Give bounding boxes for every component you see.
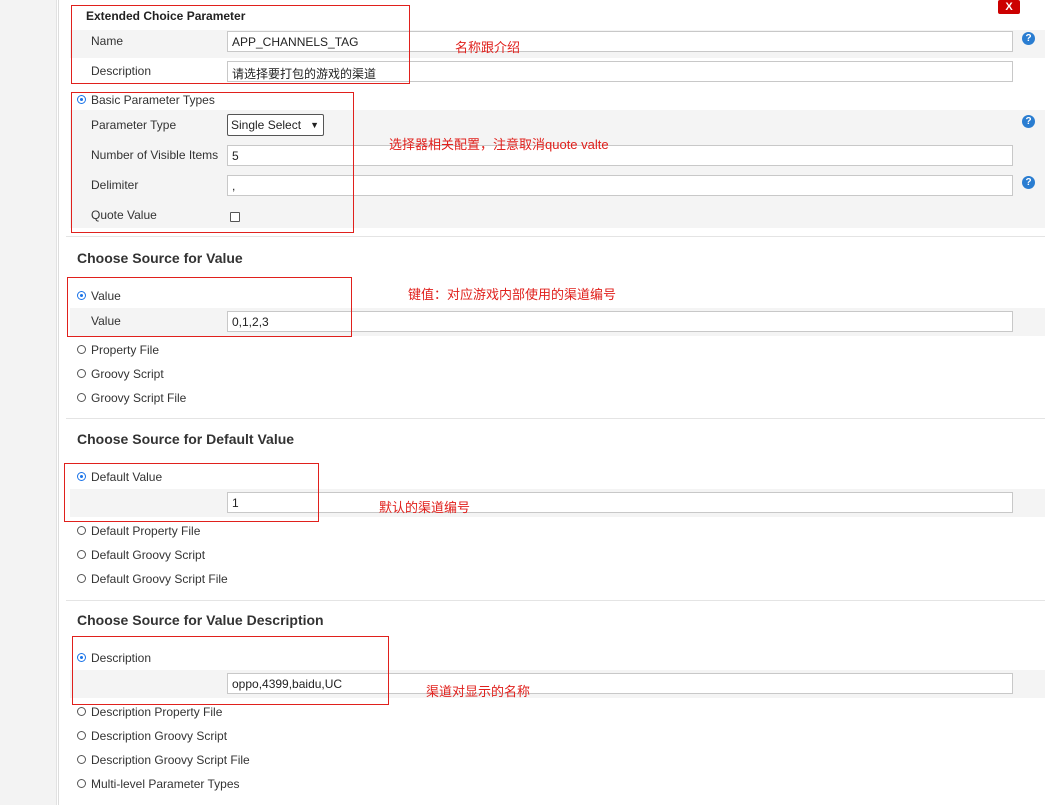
source-default-title: Choose Source for Default Value <box>77 431 295 447</box>
divider <box>66 418 1045 419</box>
property-file-radio[interactable] <box>77 345 86 354</box>
annotation-value: 键值：对应游戏内部使用的渠道编号 <box>408 287 617 302</box>
default-property-file-radio[interactable] <box>77 526 86 535</box>
type-help-icon[interactable]: ? <box>1022 115 1035 128</box>
default-property-file-label: Default Property File <box>91 524 201 538</box>
highlight-default-box <box>64 463 319 522</box>
default-value-input[interactable]: 1 <box>227 492 1013 513</box>
annotation-name: 名称跟介绍 <box>455 40 521 55</box>
highlight-desc-box <box>72 636 389 705</box>
multi-level-label: Multi-level Parameter Types <box>91 777 240 791</box>
source-value-title: Choose Source for Value <box>77 250 243 266</box>
default-groovy-script-label: Default Groovy Script <box>91 548 206 562</box>
highlight-value-box <box>67 277 352 337</box>
divider <box>66 236 1045 237</box>
groovy-script-file-radio[interactable] <box>77 393 86 402</box>
desc-property-file-radio[interactable] <box>77 707 86 716</box>
default-groovy-script-file-radio[interactable] <box>77 574 86 583</box>
delimiter-help-icon[interactable]: ? <box>1022 176 1035 189</box>
annotation-desc: 渠道对显示的名称 <box>426 684 531 699</box>
desc-groovy-script-radio[interactable] <box>77 731 86 740</box>
highlight-basic-box <box>71 92 354 233</box>
desc-groovy-script-file-radio[interactable] <box>77 755 86 764</box>
default-groovy-script-radio[interactable] <box>77 550 86 559</box>
groovy-script-radio[interactable] <box>77 369 86 378</box>
close-button[interactable]: X <box>998 0 1020 14</box>
annotation-selector: 选择器相关配置，注意取消quote valte <box>389 137 609 152</box>
name-help-icon[interactable]: ? <box>1022 32 1035 45</box>
left-border <box>58 0 59 805</box>
groovy-script-label: Groovy Script <box>91 367 164 381</box>
groovy-script-file-label: Groovy Script File <box>91 391 187 405</box>
multi-level-radio[interactable] <box>77 779 86 788</box>
desc-groovy-script-label: Description Groovy Script <box>91 729 228 743</box>
annotation-default: 默认的渠道编号 <box>379 500 471 515</box>
divider <box>66 600 1045 601</box>
desc-groovy-script-file-label: Description Groovy Script File <box>91 753 250 767</box>
desc-property-file-label: Description Property File <box>91 705 223 719</box>
source-desc-title: Choose Source for Value Description <box>77 612 324 628</box>
default-groovy-script-file-label: Default Groovy Script File <box>91 572 228 586</box>
property-file-label: Property File <box>91 343 160 357</box>
highlight-name-box <box>71 5 410 84</box>
left-pane <box>0 0 57 805</box>
